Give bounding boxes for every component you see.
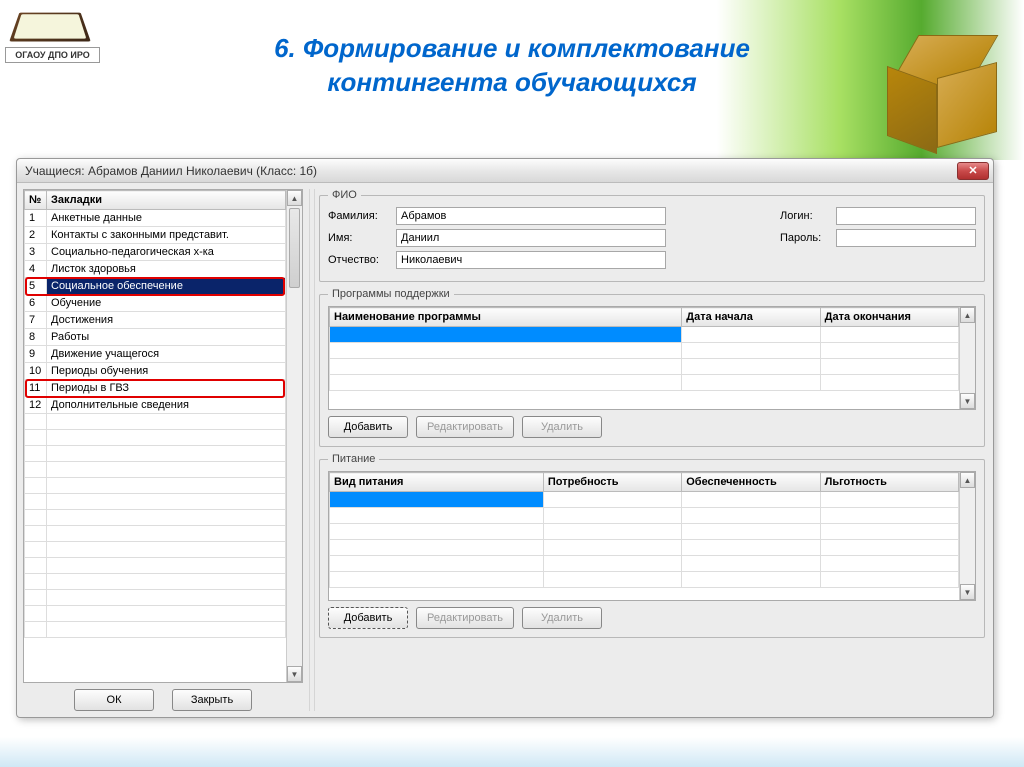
table-row[interactable]	[330, 375, 959, 391]
programs-legend: Программы поддержки	[328, 288, 454, 300]
bookmark-row[interactable]: 6Обучение	[25, 295, 286, 312]
programs-col-end[interactable]: Дата окончания	[820, 308, 958, 327]
bookmarks-grid[interactable]: № Закладки 1Анкетные данные2Контакты с з…	[23, 189, 303, 683]
scroll-down-icon[interactable]: ▼	[960, 393, 975, 409]
name-label: Имя:	[328, 232, 390, 244]
table-row[interactable]	[330, 540, 959, 556]
bookmark-row[interactable]: 12Дополнительные сведения	[25, 397, 286, 414]
scroll-down-icon[interactable]: ▼	[287, 666, 302, 682]
table-row[interactable]	[330, 359, 959, 375]
bookmark-row[interactable]	[25, 494, 286, 510]
table-row[interactable]	[330, 343, 959, 359]
slide-title: 6. Формирование и комплектование континг…	[0, 32, 1024, 100]
bookmark-row[interactable]	[25, 622, 286, 638]
food-grid[interactable]: Вид питания Потребность Обеспеченность Л…	[328, 471, 976, 601]
table-row[interactable]	[330, 572, 959, 588]
bookmark-row[interactable]	[25, 606, 286, 622]
window-title: Учащиеся: Абрамов Даниил Николаевич (Кла…	[25, 164, 957, 178]
background-curve	[0, 737, 1024, 767]
password-label: Пароль:	[780, 232, 830, 244]
programs-col-name[interactable]: Наименование программы	[330, 308, 682, 327]
programs-add-button[interactable]: Добавить	[328, 416, 408, 438]
programs-col-start[interactable]: Дата начала	[682, 308, 820, 327]
bookmark-row[interactable]	[25, 462, 286, 478]
bookmark-row[interactable]: 2Контакты с законными представит.	[25, 227, 286, 244]
bookmark-row[interactable]: 4Листок здоровья	[25, 261, 286, 278]
login-label: Логин:	[780, 210, 830, 222]
scroll-up-icon[interactable]: ▲	[960, 472, 975, 488]
food-delete-button[interactable]: Удалить	[522, 607, 602, 629]
password-input[interactable]	[836, 229, 976, 247]
titlebar[interactable]: Учащиеся: Абрамов Даниил Николаевич (Кла…	[17, 159, 993, 183]
scroll-up-icon[interactable]: ▲	[287, 190, 302, 206]
name-input[interactable]	[396, 229, 666, 247]
programs-scrollbar[interactable]: ▲ ▼	[959, 307, 975, 409]
food-scrollbar[interactable]: ▲ ▼	[959, 472, 975, 600]
bookmark-row[interactable]	[25, 414, 286, 430]
programs-edit-button[interactable]: Редактировать	[416, 416, 514, 438]
bookmark-row[interactable]: 11Периоды в ГВЗ	[25, 380, 286, 397]
bookmark-row[interactable]: 9Движение учащегося	[25, 346, 286, 363]
programs-group: Программы поддержки Наименование програм…	[319, 288, 985, 447]
bookmark-row[interactable]	[25, 430, 286, 446]
bookmark-row[interactable]	[25, 574, 286, 590]
bookmark-row[interactable]	[25, 558, 286, 574]
food-group: Питание Вид питания Потребность Обеспече…	[319, 453, 985, 638]
splitter[interactable]	[309, 189, 315, 711]
scroll-thumb[interactable]	[289, 208, 300, 288]
table-row[interactable]	[330, 508, 959, 524]
table-row[interactable]	[330, 492, 959, 508]
close-button[interactable]: Закрыть	[172, 689, 252, 711]
bookmark-row[interactable]	[25, 526, 286, 542]
bookmarks-scrollbar[interactable]: ▲ ▼	[286, 190, 302, 682]
food-legend: Питание	[328, 453, 379, 465]
bookmark-row[interactable]	[25, 478, 286, 494]
bookmark-row[interactable]	[25, 446, 286, 462]
patronymic-input[interactable]	[396, 251, 666, 269]
bookmark-row[interactable]: 10Периоды обучения	[25, 363, 286, 380]
login-input[interactable]	[836, 207, 976, 225]
patronymic-label: Отчество:	[328, 254, 390, 266]
food-col-type[interactable]: Вид питания	[330, 473, 544, 492]
bookmarks-header-name[interactable]: Закладки	[47, 191, 286, 210]
food-add-button[interactable]: Добавить	[328, 607, 408, 629]
table-row[interactable]	[330, 327, 959, 343]
table-row[interactable]	[330, 556, 959, 572]
close-icon[interactable]: ✕	[957, 162, 989, 180]
bookmark-row[interactable]: 3Социально-педагогическая х-ка	[25, 244, 286, 261]
surname-label: Фамилия:	[328, 210, 390, 222]
programs-grid[interactable]: Наименование программы Дата начала Дата …	[328, 306, 976, 410]
bookmark-row[interactable]	[25, 510, 286, 526]
surname-input[interactable]	[396, 207, 666, 225]
bookmark-row[interactable]	[25, 542, 286, 558]
scroll-down-icon[interactable]: ▼	[960, 584, 975, 600]
student-window: Учащиеся: Абрамов Даниил Николаевич (Кла…	[16, 158, 994, 718]
bookmark-row[interactable]: 7Достижения	[25, 312, 286, 329]
food-edit-button[interactable]: Редактировать	[416, 607, 514, 629]
table-row[interactable]	[330, 524, 959, 540]
fio-group: ФИО Фамилия: Логин: Имя: Пароль:	[319, 189, 985, 282]
ok-button[interactable]: ОК	[74, 689, 154, 711]
food-col-need[interactable]: Потребность	[543, 473, 681, 492]
bookmarks-header-num[interactable]: №	[25, 191, 47, 210]
scroll-up-icon[interactable]: ▲	[960, 307, 975, 323]
food-col-supply[interactable]: Обеспеченность	[682, 473, 820, 492]
bookmark-row[interactable]: 5Социальное обеспечение	[25, 278, 286, 295]
food-col-benefit[interactable]: Льготность	[820, 473, 958, 492]
fio-legend: ФИО	[328, 189, 361, 201]
bookmark-row[interactable]	[25, 590, 286, 606]
programs-delete-button[interactable]: Удалить	[522, 416, 602, 438]
bookmark-row[interactable]: 1Анкетные данные	[25, 210, 286, 227]
bookmark-row[interactable]: 8Работы	[25, 329, 286, 346]
